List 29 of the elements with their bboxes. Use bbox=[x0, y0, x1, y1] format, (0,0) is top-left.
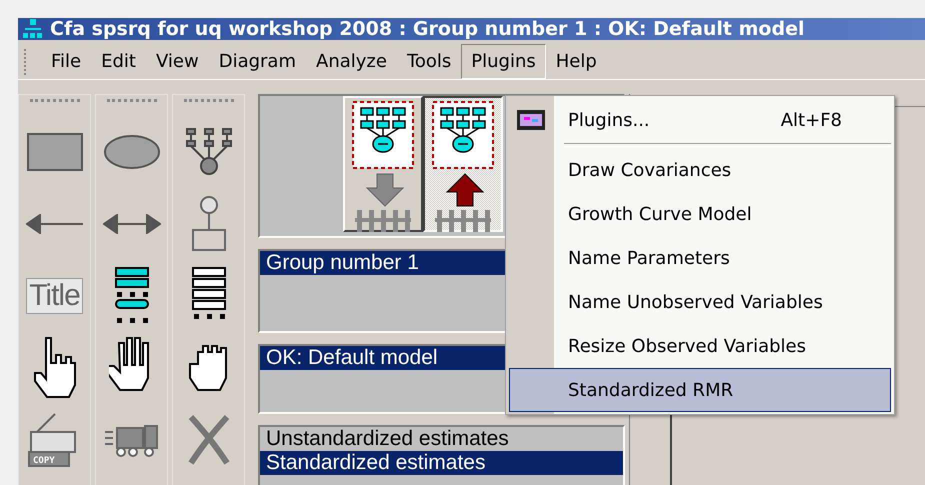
rectangle-icon[interactable] bbox=[26, 133, 82, 171]
list-item[interactable]: Unstandardized estimates bbox=[260, 427, 623, 451]
menu-bar-item[interactable]: Tools bbox=[396, 44, 462, 79]
circle-box-icon[interactable] bbox=[190, 196, 226, 252]
ellipse-icon[interactable] bbox=[102, 134, 160, 170]
truck-icon[interactable] bbox=[102, 422, 160, 458]
pointing-hand-icon[interactable] bbox=[32, 335, 78, 401]
menu-item[interactable]: Standardized RMR bbox=[509, 368, 891, 412]
title-tool-button[interactable]: Title bbox=[26, 278, 83, 314]
menu-bar-item[interactable]: File bbox=[41, 44, 92, 79]
menu-item[interactable]: Draw Covariances bbox=[509, 148, 891, 192]
menu-bar-item[interactable]: Plugins bbox=[461, 44, 546, 79]
menu-bar-item[interactable]: Analyze bbox=[306, 44, 397, 79]
plugin-icon bbox=[516, 109, 546, 131]
menu-bar-item[interactable]: Edit bbox=[91, 44, 146, 79]
menu-item[interactable]: Name Unobserved Variables bbox=[509, 280, 891, 324]
menu-bar-item[interactable]: Help bbox=[546, 44, 607, 79]
cross-icon[interactable] bbox=[186, 415, 230, 465]
window-title: Cfa spsrq for uq workshop 2008 : Group number 1 : OK: Default model bbox=[50, 18, 804, 40]
menu-item[interactable]: Growth Curve Model bbox=[509, 192, 891, 236]
menu-bar-item[interactable]: Diagram bbox=[208, 44, 306, 79]
double-arrow-icon[interactable] bbox=[102, 214, 160, 234]
view-toggle-button[interactable] bbox=[423, 96, 503, 232]
app-icon bbox=[22, 18, 44, 40]
menu-bar-item[interactable]: View bbox=[146, 44, 209, 79]
list-item[interactable]: Standardized estimates bbox=[260, 451, 623, 475]
stacked-bars-icon[interactable] bbox=[114, 267, 150, 325]
menu-item[interactable]: Plugins... Alt+F8 bbox=[509, 98, 891, 142]
left-arrow-icon[interactable] bbox=[26, 214, 84, 234]
